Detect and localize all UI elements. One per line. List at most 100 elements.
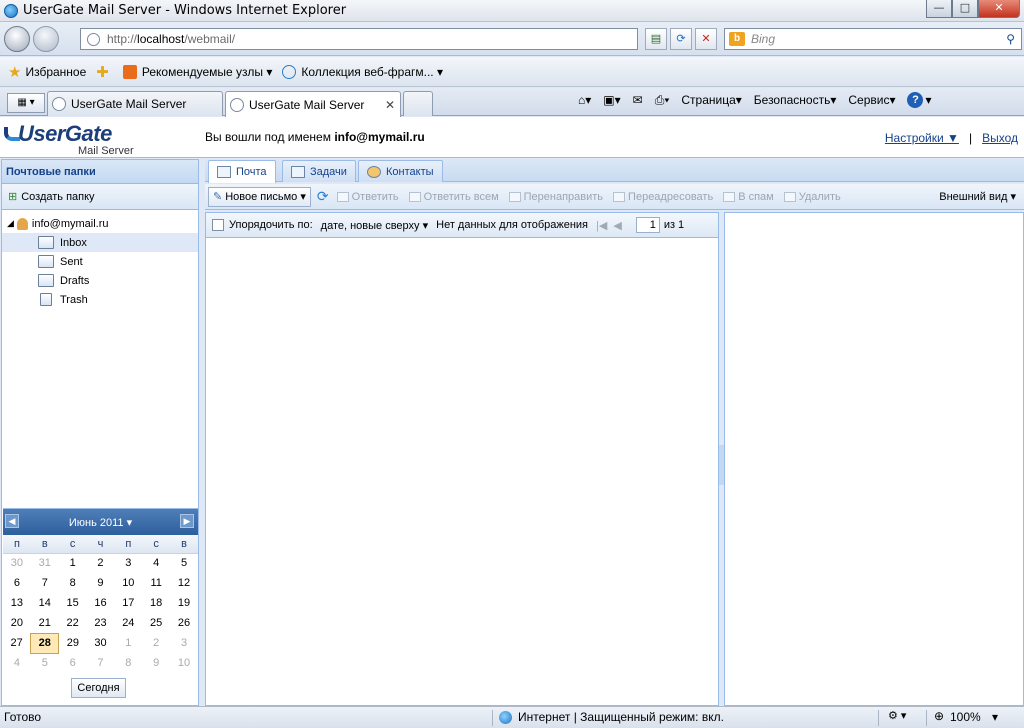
zoom-dropdown-icon[interactable]: ▾ bbox=[992, 710, 998, 724]
tab-tasks[interactable]: Задачи bbox=[282, 160, 356, 182]
calendar-day[interactable]: 24 bbox=[114, 613, 142, 633]
first-page-icon[interactable]: |◀ bbox=[596, 219, 607, 232]
help-icon[interactable]: ? bbox=[907, 92, 924, 108]
protected-mode-icon[interactable]: ⚙ ▾ bbox=[888, 709, 906, 722]
forward-mail-button[interactable]: Перенаправить bbox=[508, 191, 603, 203]
calendar-day[interactable]: 27 bbox=[3, 633, 31, 653]
calendar-day[interactable]: 11 bbox=[142, 573, 170, 593]
calendar-day[interactable]: 8 bbox=[114, 653, 142, 673]
back-button[interactable] bbox=[4, 26, 30, 52]
calendar-day[interactable]: 12 bbox=[170, 573, 198, 593]
mail-icon[interactable]: ✉ bbox=[633, 93, 643, 107]
stop-icon[interactable]: ✕ bbox=[695, 28, 717, 50]
calendar-day[interactable]: 20 bbox=[3, 613, 31, 633]
collapse-icon[interactable]: ◢ bbox=[7, 218, 14, 229]
prev-page-icon[interactable]: ◀ bbox=[613, 219, 621, 232]
web-slice-gallery-button[interactable]: Коллекция веб-фрагм... ▾ bbox=[282, 64, 443, 79]
page-menu[interactable]: Страница▾ bbox=[681, 93, 741, 107]
refresh-icon[interactable]: ⟳ bbox=[670, 28, 692, 50]
calendar-day[interactable]: 17 bbox=[114, 593, 142, 613]
tab-contacts[interactable]: Контакты bbox=[358, 160, 443, 182]
create-folder-button[interactable]: ⊞ Создать папку bbox=[2, 184, 198, 210]
maximize-button[interactable]: □ bbox=[952, 0, 978, 18]
calendar-day[interactable]: 1 bbox=[59, 553, 87, 573]
folder-drafts[interactable]: Drafts bbox=[2, 271, 198, 290]
quick-tabs-icon[interactable]: ▦ ▾ bbox=[7, 93, 45, 113]
calendar-day[interactable]: 9 bbox=[87, 573, 115, 593]
calendar-day[interactable]: 4 bbox=[3, 653, 31, 673]
safety-menu[interactable]: Безопасность▾ bbox=[754, 93, 837, 107]
feeds-icon[interactable]: ▣▾ bbox=[603, 93, 620, 107]
calendar-day[interactable]: 7 bbox=[31, 573, 59, 593]
delete-button[interactable]: Удалить bbox=[783, 191, 841, 203]
calendar-day[interactable]: 14 bbox=[31, 593, 59, 613]
zoom-icon[interactable]: ⊕ bbox=[934, 709, 944, 723]
page-number-input[interactable]: 1 bbox=[635, 217, 660, 233]
redirect-button[interactable]: Переадресовать bbox=[613, 191, 713, 203]
calendar-day[interactable]: 2 bbox=[142, 633, 170, 653]
calendar-day[interactable]: 22 bbox=[59, 613, 87, 633]
today-button[interactable]: Сегодня bbox=[71, 678, 126, 698]
next-month-icon[interactable]: ▶ bbox=[180, 514, 194, 528]
calendar-day[interactable]: 13 bbox=[3, 593, 31, 613]
calendar-day[interactable]: 6 bbox=[59, 653, 87, 673]
tab-mail[interactable]: Почта bbox=[208, 160, 276, 183]
calendar-day-today[interactable]: 28 bbox=[30, 632, 60, 654]
new-mail-button[interactable]: ✎ Новое письмо ▾ bbox=[208, 186, 311, 207]
compat-view-icon[interactable]: ▤ bbox=[645, 28, 667, 50]
calendar-day[interactable]: 26 bbox=[170, 613, 198, 633]
calendar-day[interactable]: 15 bbox=[59, 593, 87, 613]
calendar-day[interactable]: 25 bbox=[142, 613, 170, 633]
calendar-day[interactable]: 4 bbox=[142, 553, 170, 573]
home-icon[interactable]: ⌂▾ bbox=[578, 93, 591, 107]
calendar-day[interactable]: 2 bbox=[87, 553, 115, 573]
calendar-day[interactable]: 3 bbox=[170, 633, 198, 653]
address-input[interactable]: http://localhost/webmail/ bbox=[80, 28, 638, 50]
calendar-day[interactable]: 1 bbox=[114, 633, 142, 653]
reply-button[interactable]: Ответить bbox=[336, 191, 399, 203]
close-window-button[interactable]: ✕ bbox=[978, 0, 1020, 18]
search-icon[interactable]: ⚲ bbox=[1006, 32, 1015, 46]
favorites-button[interactable]: ★ Избранное bbox=[8, 63, 86, 81]
folder-inbox[interactable]: Inbox bbox=[2, 233, 198, 252]
calendar-day[interactable]: 6 bbox=[3, 573, 31, 593]
browser-tab[interactable]: UserGate Mail Server bbox=[47, 91, 223, 116]
calendar-day[interactable]: 7 bbox=[87, 653, 115, 673]
calendar-day[interactable]: 19 bbox=[170, 593, 198, 613]
calendar-day[interactable]: 10 bbox=[114, 573, 142, 593]
calendar-day[interactable]: 9 bbox=[142, 653, 170, 673]
account-node[interactable]: ◢ info@mymail.ru bbox=[2, 214, 198, 233]
month-selector[interactable]: Июнь 2011 ▾ bbox=[69, 516, 132, 529]
calendar-day[interactable]: 30 bbox=[3, 553, 31, 573]
sort-dropdown[interactable]: дате, новые сверху ▾ bbox=[321, 219, 428, 232]
close-tab-icon[interactable]: ✕ bbox=[385, 98, 395, 112]
select-all-checkbox[interactable] bbox=[212, 219, 224, 231]
browser-tab-active[interactable]: UserGate Mail Server ✕ bbox=[225, 91, 401, 117]
view-menu[interactable]: Внешний вид ▾ bbox=[939, 190, 1016, 203]
new-tab-button[interactable] bbox=[403, 91, 433, 116]
calendar-day[interactable]: 3 bbox=[114, 553, 142, 573]
calendar-day[interactable]: 8 bbox=[59, 573, 87, 593]
print-icon[interactable]: ⎙▾ bbox=[655, 93, 670, 108]
calendar-day[interactable]: 29 bbox=[59, 633, 87, 653]
minimize-button[interactable]: — bbox=[926, 0, 952, 18]
calendar-day[interactable]: 23 bbox=[87, 613, 115, 633]
logout-link[interactable]: Выход bbox=[982, 131, 1018, 145]
folder-trash[interactable]: Trash bbox=[2, 290, 198, 309]
zoom-level[interactable]: 100% bbox=[950, 710, 981, 724]
calendar-day[interactable]: 18 bbox=[142, 593, 170, 613]
prev-month-icon[interactable]: ◀ bbox=[5, 514, 19, 528]
tools-menu[interactable]: Сервис▾ bbox=[848, 93, 895, 107]
recommended-sites-button[interactable]: Рекомендуемые узлы ▾ bbox=[122, 64, 272, 79]
refresh-mail-icon[interactable]: ⟳ bbox=[317, 188, 329, 205]
reply-all-button[interactable]: Ответить всем bbox=[408, 191, 499, 203]
calendar-day[interactable]: 21 bbox=[31, 613, 59, 633]
search-input[interactable]: b Bing ⚲ bbox=[724, 28, 1022, 50]
settings-link[interactable]: Настройки ▼ bbox=[885, 131, 959, 145]
calendar-day[interactable]: 10 bbox=[170, 653, 198, 673]
folder-sent[interactable]: Sent bbox=[2, 252, 198, 271]
calendar-day[interactable]: 16 bbox=[87, 593, 115, 613]
add-favorites-button[interactable]: ✚ bbox=[96, 63, 113, 81]
calendar-day[interactable]: 5 bbox=[170, 553, 198, 573]
calendar-day[interactable]: 30 bbox=[87, 633, 115, 653]
